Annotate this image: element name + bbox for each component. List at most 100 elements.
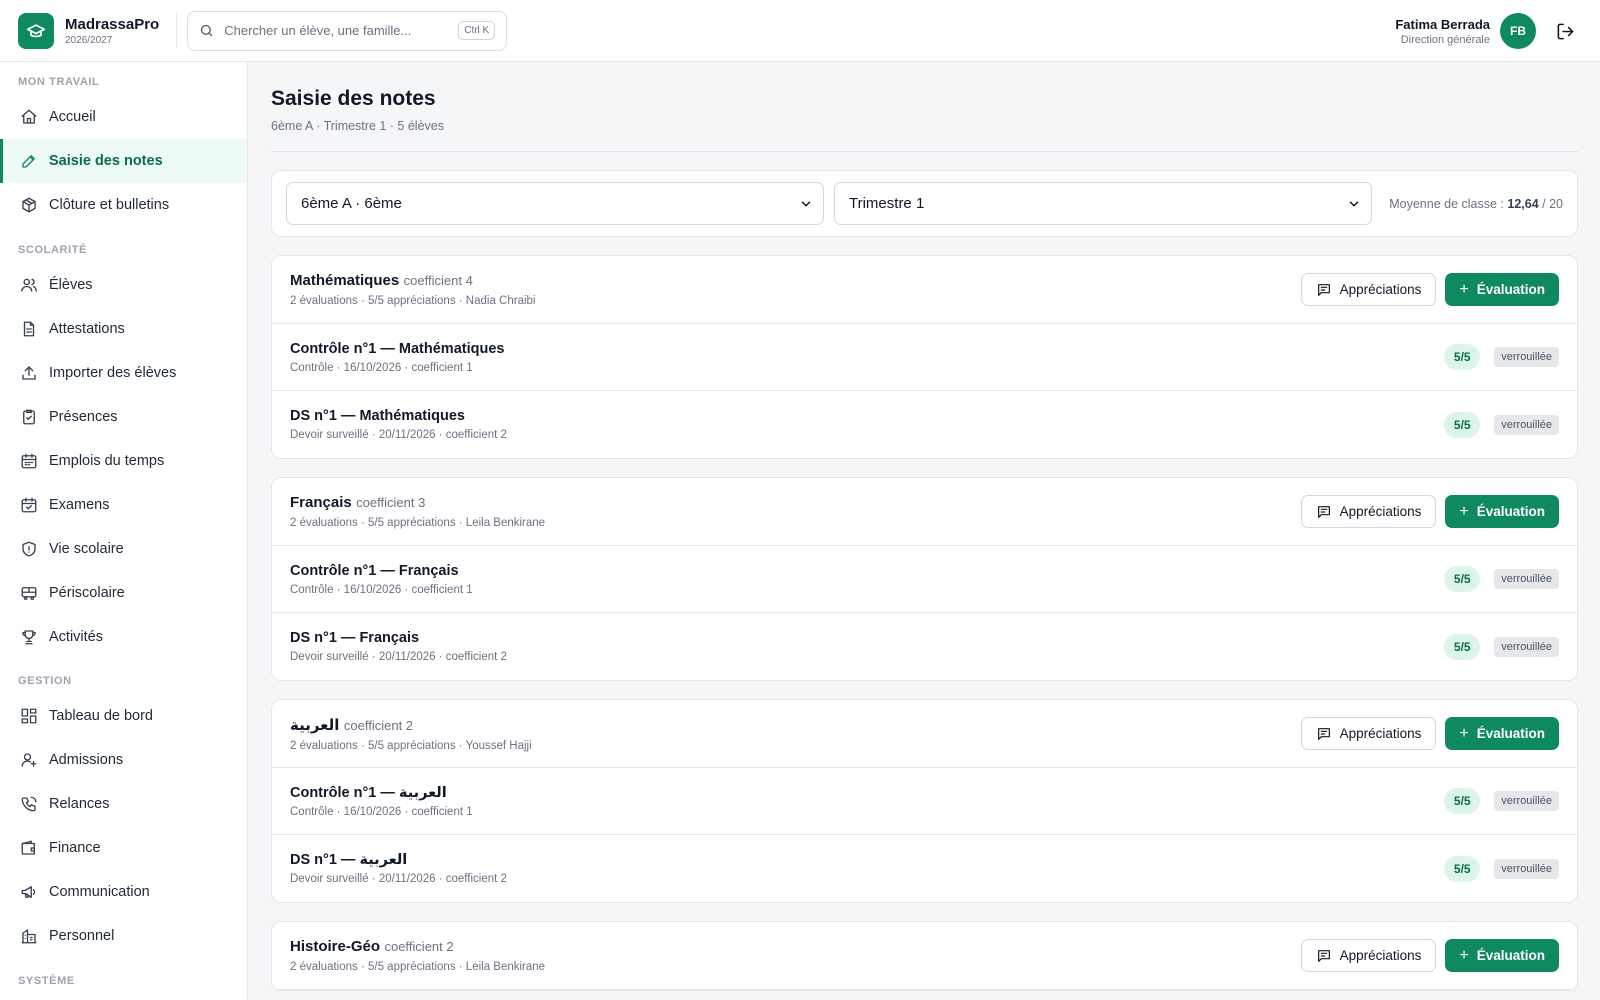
search-input[interactable]: Chercher un élève, une famille... Ctrl K — [187, 10, 508, 51]
sidebar-item-admissions[interactable]: Admissions — [0, 738, 247, 782]
search-icon — [199, 23, 214, 38]
evaluation-meta: Devoir surveillé · 20/11/2026 · coeffici… — [290, 873, 507, 885]
subject-meta: 2 évaluations · 5/5 appréciations · Yous… — [290, 739, 532, 752]
evaluation-row[interactable]: DS n°1 — العربية Devoir surveillé · 20/11… — [272, 835, 1577, 902]
subject-coefficient: coefficient 2 — [343, 717, 414, 733]
message-icon — [1316, 282, 1332, 298]
megaphone-icon — [20, 883, 38, 901]
top-bar: MadrassaPro 2026/2027 Chercher un élève,… — [0, 0, 1600, 62]
divider — [176, 12, 178, 49]
class-average-max: / 20 — [1542, 196, 1563, 211]
sidebar-item-eleves[interactable]: Élèves — [0, 263, 247, 307]
sidebar-item-personnel[interactable]: Personnel — [0, 914, 247, 958]
add-evaluation-label: Évaluation — [1476, 948, 1545, 963]
sidebar-item-label: Communication — [49, 884, 150, 900]
evaluation-meta: Contrôle · 16/10/2026 · coefficient 1 — [290, 361, 473, 374]
filter-bar: 6ème A · 6ème Trimestre 1 Moyenne de cla… — [271, 170, 1578, 237]
appreciations-label: Appréciations — [1339, 282, 1422, 297]
evaluation-row[interactable]: DS n°1 — Français Devoir surveillé · 20/1… — [272, 613, 1577, 680]
avatar[interactable]: FB — [1500, 13, 1536, 49]
sidebar-item-saisie-des-notes[interactable]: Saisie des notes — [0, 139, 247, 183]
class-average-label: Moyenne de classe : — [1389, 196, 1504, 211]
appreciations-label: Appréciations — [1339, 726, 1422, 741]
user-menu[interactable]: Fatima Berrada Direction générale FB — [1395, 0, 1576, 62]
sidebar-item-presences[interactable]: Présences — [0, 395, 247, 439]
user-plus-icon — [20, 751, 38, 769]
search-placeholder: Chercher un élève, une famille... — [224, 23, 412, 38]
sidebar-item-emplois-du-temps[interactable]: Emplois du temps — [0, 439, 247, 483]
sidebar-item-label: Examens — [49, 497, 110, 513]
subject-meta: 2 évaluations · 5/5 appréciations · Leil… — [290, 961, 546, 973]
class-average: Moyenne de classe : 12,64 / 20 — [1389, 197, 1563, 211]
sidebar-section-title: MON TRAVAIL — [18, 76, 100, 88]
add-evaluation-button[interactable]: + Évaluation — [1445, 495, 1559, 528]
sidebar-item-label: Accueil — [49, 109, 96, 125]
evaluation-row[interactable]: Contrôle n°1 — العربية Contrôle · 16/10/2… — [272, 768, 1577, 835]
divider — [271, 151, 1578, 152]
add-evaluation-button[interactable]: + Évaluation — [1445, 273, 1559, 306]
brand[interactable]: MadrassaPro 2026/2027 — [18, 12, 159, 49]
user-role: Direction générale — [1400, 33, 1490, 46]
search-shortcut: Ctrl K — [458, 21, 496, 40]
sidebar-item-label: Clôture et bulletins — [49, 197, 170, 213]
appreciations-button[interactable]: Appréciations — [1300, 273, 1437, 306]
sidebar-item-label: Élèves — [49, 277, 93, 293]
add-evaluation-button[interactable]: + Évaluation — [1445, 717, 1559, 750]
sidebar-item-cloture-et-bulletins[interactable]: Clôture et bulletins — [0, 183, 247, 227]
add-evaluation-label: Évaluation — [1476, 282, 1545, 297]
appreciations-button[interactable]: Appréciations — [1300, 495, 1437, 528]
subject-name: Mathématiques — [290, 272, 400, 289]
evaluation-row[interactable]: Contrôle n°1 — Mathématiques Contrôle · 1… — [272, 324, 1577, 391]
sidebar-item-attestations[interactable]: Attestations — [0, 307, 247, 351]
wallet-icon — [20, 839, 38, 857]
sidebar-item-relances[interactable]: Relances — [0, 782, 247, 826]
sidebar-item-communication[interactable]: Communication — [0, 870, 247, 914]
sidebar-item-label: Finance — [49, 840, 101, 856]
trophy-icon — [20, 628, 38, 646]
sidebar-item-activites[interactable]: Activités — [0, 615, 247, 659]
logout-icon[interactable] — [1554, 20, 1576, 42]
subject-header: Mathématiques coefficient 4 2 évaluations… — [272, 256, 1577, 324]
subject-name: العربية — [290, 716, 340, 734]
shield-icon — [20, 540, 38, 558]
subject-card: Français coefficient 3 2 évaluations · 5/… — [271, 477, 1578, 681]
appreciations-button[interactable]: Appréciations — [1300, 717, 1437, 750]
sidebar-section-title: SCOLARITÉ — [18, 244, 87, 256]
subject-meta: 2 évaluations · 5/5 appréciations · Nadi… — [290, 295, 536, 307]
message-icon — [1316, 726, 1332, 742]
calendar-icon — [20, 452, 38, 470]
sidebar-item-importer-des-eleves[interactable]: Importer des élèves — [0, 351, 247, 395]
subject-card: العربية coefficient 2 2 évaluations · 5/5… — [271, 699, 1578, 903]
subject-card: Histoire-Géo coefficient 2 2 évaluations … — [271, 921, 1578, 991]
sidebar-item-periscolaire[interactable]: Périscolaire — [0, 571, 247, 615]
subject-name: Français — [290, 494, 352, 511]
sidebar-item-vie-scolaire[interactable]: Vie scolaire — [0, 527, 247, 571]
sidebar-item-label: Personnel — [49, 928, 115, 944]
evaluation-meta: Devoir surveillé · 20/11/2026 · coeffici… — [290, 429, 507, 441]
sidebar-item-accueil[interactable]: Accueil — [0, 95, 247, 139]
add-evaluation-button[interactable]: + Évaluation — [1445, 939, 1559, 972]
plus-icon: + — [1459, 280, 1469, 298]
chevron-down-icon — [1347, 197, 1361, 211]
locked-badge: verrouillée — [1494, 347, 1559, 367]
locked-badge: verrouillée — [1494, 791, 1559, 811]
package-icon — [20, 196, 38, 214]
class-select[interactable]: 6ème A · 6ème — [286, 182, 824, 225]
main-content: Saisie des notes 6ème A · Trimestre 1 · … — [248, 62, 1600, 1000]
page-subtitle: 6ème A · Trimestre 1 · 5 élèves — [271, 119, 444, 133]
sidebar-item-tableau-de-bord[interactable]: Tableau de bord — [0, 694, 247, 738]
sidebar-item-label: Admissions — [49, 752, 124, 768]
sidebar-item-label: Attestations — [49, 321, 125, 337]
evaluation-row[interactable]: Contrôle n°1 — Français Contrôle · 16/10/… — [272, 546, 1577, 613]
evaluation-row[interactable]: DS n°1 — Mathématiques Devoir surveillé ·… — [272, 391, 1577, 458]
upload-icon — [20, 364, 38, 382]
users-icon — [20, 276, 38, 294]
sidebar-item-label: Relances — [49, 796, 110, 812]
appreciations-button[interactable]: Appréciations — [1300, 939, 1437, 972]
class-select-value: 6ème A · 6ème — [301, 195, 402, 212]
evaluation-title: DS n°1 — Mathématiques — [290, 408, 465, 424]
sidebar-item-finance[interactable]: Finance — [0, 826, 247, 870]
term-select[interactable]: Trimestre 1 — [834, 182, 1372, 225]
clipboard-check-icon — [20, 408, 38, 426]
sidebar-item-examens[interactable]: Examens — [0, 483, 247, 527]
